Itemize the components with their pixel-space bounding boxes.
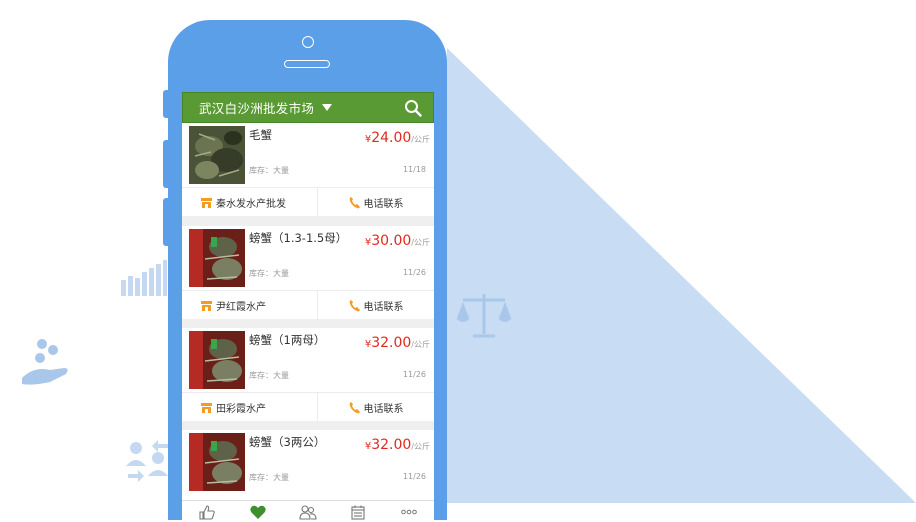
shop-link[interactable]: 尹红霞水产 bbox=[182, 291, 318, 320]
crab-photo bbox=[189, 433, 245, 491]
phone-icon bbox=[349, 401, 360, 413]
crab-photo bbox=[189, 331, 245, 389]
phone-side-button bbox=[163, 198, 168, 246]
product-name: 毛蟹 bbox=[249, 128, 272, 142]
phone-side-button bbox=[163, 140, 168, 188]
shop-icon bbox=[201, 198, 212, 208]
phone-icon bbox=[349, 196, 360, 208]
product-price: ¥24.00/公斤 bbox=[364, 130, 430, 146]
contact-label: 电话联系 bbox=[363, 302, 404, 313]
phone-side-button bbox=[163, 90, 168, 118]
post-date: 11/18 bbox=[402, 165, 426, 174]
app-header: 武汉白沙洲批发市场 bbox=[182, 92, 434, 123]
stock-label: 库存：大量 bbox=[249, 269, 289, 278]
heart-icon bbox=[249, 505, 266, 519]
more-icon bbox=[400, 509, 417, 515]
people-exchange-icon bbox=[126, 440, 168, 482]
search-icon[interactable] bbox=[404, 99, 422, 117]
caret-down-icon[interactable] bbox=[322, 104, 333, 111]
product-price: ¥32.00/公斤 bbox=[364, 437, 430, 453]
tab-favorites[interactable] bbox=[243, 502, 273, 522]
users-icon bbox=[299, 504, 317, 520]
product-price: ¥30.00/公斤 bbox=[364, 233, 430, 249]
card-actions: 尹红霞水产 电话联系 bbox=[182, 290, 434, 320]
tab-recommend[interactable] bbox=[192, 502, 222, 522]
shop-name: 田彩霞水产 bbox=[216, 404, 266, 415]
thumbs-up-icon bbox=[199, 504, 215, 520]
crab-photo bbox=[189, 229, 245, 287]
product-card[interactable]: 螃蟹（3两公） ¥32.00/公斤 库存：大量 11/26 bbox=[182, 430, 434, 500]
light-beam bbox=[447, 48, 916, 503]
scales-icon bbox=[456, 294, 512, 338]
product-card[interactable]: 毛蟹 ¥24.00/公斤 库存：大量 11/18 秦水发水产批发 电话联系 bbox=[182, 123, 434, 217]
bottom-tab-bar bbox=[182, 500, 434, 522]
tab-contacts[interactable] bbox=[293, 502, 323, 522]
bar-chart-icon bbox=[121, 260, 167, 296]
tab-orders[interactable] bbox=[343, 502, 373, 522]
card-actions: 秦水发水产批发 电话联系 bbox=[182, 187, 434, 217]
shop-link[interactable]: 田彩霞水产 bbox=[182, 393, 318, 422]
phone-frame: 武汉白沙洲批发市场 毛蟹 ¥24.00/公斤 库存：大量 11/18 秦水发水产… bbox=[163, 20, 447, 522]
product-name: 螃蟹（1.3-1.5母） bbox=[249, 231, 348, 245]
post-date: 11/26 bbox=[402, 268, 426, 277]
product-name: 螃蟹（3两公） bbox=[249, 435, 326, 449]
contact-label: 电话联系 bbox=[363, 199, 404, 210]
post-date: 11/26 bbox=[402, 370, 426, 379]
post-date: 11/26 bbox=[402, 472, 426, 481]
phone-icon bbox=[349, 299, 360, 311]
phone-contact-button[interactable]: 电话联系 bbox=[318, 291, 434, 320]
shop-name: 秦水发水产批发 bbox=[216, 199, 286, 210]
phone-contact-button[interactable]: 电话联系 bbox=[318, 393, 434, 422]
contact-label: 电话联系 bbox=[363, 404, 404, 415]
shop-icon bbox=[201, 301, 212, 311]
phone-speaker bbox=[284, 60, 330, 68]
tab-more[interactable] bbox=[394, 502, 424, 522]
shop-link[interactable]: 秦水发水产批发 bbox=[182, 188, 318, 217]
stock-label: 库存：大量 bbox=[249, 371, 289, 380]
phone-camera bbox=[302, 36, 314, 48]
shop-icon bbox=[201, 403, 212, 413]
crab-photo bbox=[189, 126, 245, 184]
stock-label: 库存：大量 bbox=[249, 166, 289, 175]
product-name: 螃蟹（1两母） bbox=[249, 333, 326, 347]
card-actions: 田彩霞水产 电话联系 bbox=[182, 392, 434, 422]
market-selector[interactable]: 武汉白沙洲批发市场 bbox=[199, 98, 314, 117]
coins-hand-icon bbox=[22, 339, 68, 385]
stock-label: 库存：大量 bbox=[249, 473, 289, 482]
product-card[interactable]: 螃蟹（1两母） ¥32.00/公斤 库存：大量 11/26 田彩霞水产 电话联系 bbox=[182, 328, 434, 422]
product-price: ¥32.00/公斤 bbox=[364, 335, 430, 351]
calendar-icon bbox=[351, 505, 365, 520]
app-screen: 武汉白沙洲批发市场 毛蟹 ¥24.00/公斤 库存：大量 11/18 秦水发水产… bbox=[182, 92, 434, 522]
shop-name: 尹红霞水产 bbox=[216, 302, 266, 313]
phone-contact-button[interactable]: 电话联系 bbox=[318, 188, 434, 217]
product-card[interactable]: 螃蟹（1.3-1.5母） ¥30.00/公斤 库存：大量 11/26 尹红霞水产… bbox=[182, 226, 434, 320]
